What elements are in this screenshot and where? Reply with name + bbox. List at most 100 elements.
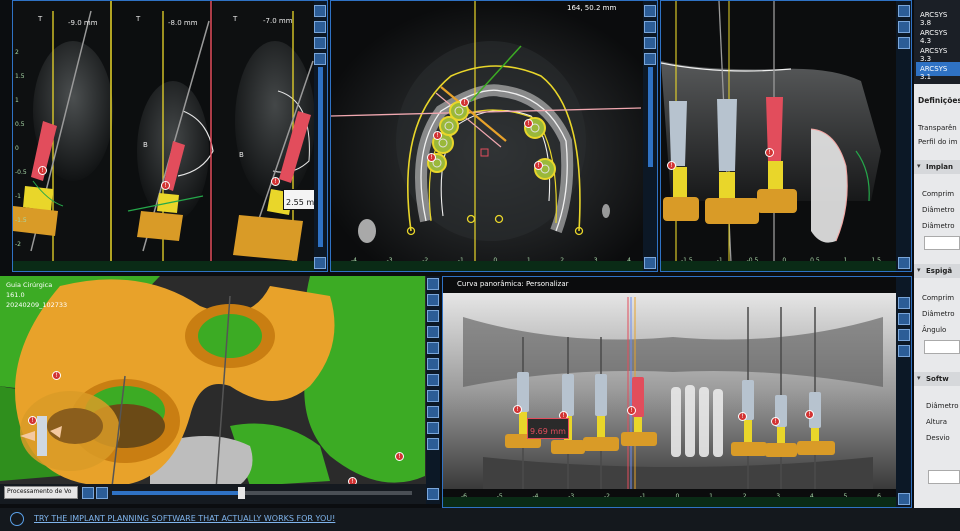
implant-marker[interactable]: ! xyxy=(427,153,436,162)
tool-ruler-icon[interactable] xyxy=(427,438,439,450)
axial-readout: 164, 50.2 mm xyxy=(567,4,617,12)
cross-section-panel[interactable]: -9.0 mm -8.0 mm -7.0 mm T T T B B ! ! ! … xyxy=(12,0,328,272)
scroll-up-icon[interactable] xyxy=(314,53,326,65)
implant-marker[interactable]: ! xyxy=(738,412,747,421)
implant-value-input[interactable] xyxy=(924,236,960,250)
tool-layout-icon[interactable] xyxy=(644,21,656,33)
tool-zoom-icon[interactable] xyxy=(427,294,439,306)
implant-marker[interactable]: ! xyxy=(771,417,780,426)
tool-layout-icon[interactable] xyxy=(898,313,910,325)
implant-marker[interactable]: ! xyxy=(271,177,280,186)
implant-marker[interactable]: ! xyxy=(524,119,533,128)
info-line-project: Guia Cirúrgica xyxy=(6,281,53,289)
chevron-down-icon: ▾ xyxy=(917,374,921,382)
axial-scrollbar[interactable] xyxy=(648,67,653,167)
tool-close-icon[interactable] xyxy=(427,278,439,290)
footer-banner-text[interactable]: TRY THE IMPLANT PLANNING SOFTWARE THAT A… xyxy=(34,514,335,523)
tool-face-icon[interactable] xyxy=(427,342,439,354)
camera-icon[interactable] xyxy=(82,487,94,499)
panoramic-h-ruler xyxy=(443,497,898,507)
tool-zoom-icon[interactable] xyxy=(644,5,656,17)
panoramic-toolstrip xyxy=(896,277,911,507)
tool-zoom-icon[interactable] xyxy=(898,5,910,17)
info-line-number: 161.0 xyxy=(6,291,25,299)
implant-marker[interactable]: ! xyxy=(161,181,170,190)
tool-camera-icon[interactable] xyxy=(314,37,326,49)
implant-marker[interactable]: ! xyxy=(627,406,636,415)
properties-panel: ARCSYS 3.8 ARCSYS 4.3 ARCSYS 3.3 ARCSYS … xyxy=(914,0,960,508)
section-software-header[interactable]: ▾ Softw xyxy=(914,372,960,386)
tool-layout-icon[interactable] xyxy=(314,21,326,33)
implant-marker[interactable]: ! xyxy=(513,405,522,414)
field-implant-diameter2-label: Diâmetro xyxy=(922,222,955,230)
implant-marker[interactable]: ! xyxy=(805,410,814,419)
implant-marker[interactable]: ! xyxy=(433,131,442,140)
scroll-down-icon[interactable] xyxy=(898,493,910,505)
cross-section-scrollbar[interactable] xyxy=(318,67,323,247)
tool-camera-icon[interactable] xyxy=(644,37,656,49)
cross-section-v-scale: 2 1.5 1 0.5 0 -0.5 -1 -1.5 -2 xyxy=(15,49,27,248)
scroll-down-icon[interactable] xyxy=(314,257,326,269)
chevron-down-icon: ▾ xyxy=(917,266,921,274)
field-implant-diameter-label: Diâmetro xyxy=(922,206,955,214)
scroll-up-icon[interactable] xyxy=(644,53,656,65)
sagittal-view-panel[interactable]: ! ! -1.5-1 -0.50 0.51 1.5 xyxy=(660,0,912,272)
tool-zoom-icon[interactable] xyxy=(314,5,326,17)
section-definitions[interactable]: Definições xyxy=(918,96,960,105)
tool-tooth-icon[interactable] xyxy=(427,326,439,338)
sagittal-ct-image xyxy=(661,1,911,271)
implant-list-item-1[interactable]: ARCSYS 3.8 xyxy=(916,8,960,27)
rewind-icon[interactable] xyxy=(96,487,108,499)
offset-label-2: -8.0 mm xyxy=(168,19,198,27)
implant-marker[interactable]: ! xyxy=(667,161,676,170)
field-abutment-diameter-label: Diâmetro xyxy=(922,310,955,318)
panoramic-panel[interactable]: Curva panorâmica: Personalizar ! ! ! ! !… xyxy=(442,276,912,508)
implant-marker[interactable]: ! xyxy=(460,98,469,107)
side-label-t3: T xyxy=(233,15,238,23)
axial-view-panel[interactable]: ! ! ! ! ! 164, 50.2 mm -4-3 -2-1 01 23 4 xyxy=(330,0,658,272)
field-sleeve-height-label: Altura xyxy=(926,418,948,426)
tool-camera-icon[interactable] xyxy=(898,329,910,341)
cross-section-image xyxy=(13,1,317,271)
opacity-slider[interactable] xyxy=(112,491,412,495)
tool-implant-icon[interactable] xyxy=(427,358,439,370)
implant-marker[interactable]: ! xyxy=(52,371,61,380)
tool-layout-icon[interactable] xyxy=(898,21,910,33)
scroll-down-icon[interactable] xyxy=(898,257,910,269)
cross-section-h-ruler xyxy=(13,261,317,271)
offset-label-3: -7.0 mm xyxy=(263,17,293,25)
section-implant-header[interactable]: ▾ Implan xyxy=(914,160,960,174)
implant-list-item-4-selected[interactable]: ARCSYS 3.1 xyxy=(916,62,960,81)
side-label-t2: T xyxy=(136,15,141,23)
opacity-slider-fill xyxy=(112,491,238,495)
opacity-slider-thumb[interactable] xyxy=(238,487,245,499)
tool-skull-icon[interactable] xyxy=(427,310,439,322)
tool-guide-icon[interactable] xyxy=(427,390,439,402)
sagittal-h-ruler xyxy=(661,261,897,271)
field-abutment-angle-label: Ângulo xyxy=(922,326,947,334)
tool-zoom-icon[interactable] xyxy=(898,297,910,309)
tool-layers-icon[interactable] xyxy=(427,406,439,418)
view-3d-panel[interactable]: Guia Cirúrgica 161.0 20240209_102733 ! !… xyxy=(0,276,440,504)
field-sleeve-diameter-label: Diâmetro xyxy=(926,402,959,410)
tool-triangle-icon[interactable] xyxy=(427,374,439,386)
implant-marker[interactable]: ! xyxy=(395,452,404,461)
scroll-down-icon[interactable] xyxy=(644,257,656,269)
tool-expand-icon[interactable] xyxy=(427,488,439,500)
scroll-up-icon[interactable] xyxy=(898,345,910,357)
tool-settings-icon[interactable] xyxy=(427,422,439,434)
processing-dropdown[interactable]: Processamento de Vo xyxy=(4,486,78,499)
scroll-up-icon[interactable] xyxy=(898,37,910,49)
implant-marker[interactable]: ! xyxy=(765,148,774,157)
implant-marker[interactable]: ! xyxy=(38,166,47,175)
field-implant-length-label: Comprim xyxy=(922,190,955,198)
implant-marker[interactable]: ! xyxy=(534,161,543,170)
section-epigingival-header[interactable]: ▾ Espigã xyxy=(914,264,960,278)
software-value-input[interactable] xyxy=(928,470,960,484)
implant-marker[interactable]: ! xyxy=(28,416,37,425)
implant-list-item-2[interactable]: ARCSYS 4.3 xyxy=(916,26,960,45)
footer-banner[interactable]: TRY THE IMPLANT PLANNING SOFTWARE THAT A… xyxy=(0,508,960,531)
implant-list-item-3[interactable]: ARCSYS 3.3 xyxy=(916,44,960,63)
abutment-value-input[interactable] xyxy=(924,340,960,354)
panoramic-measurement[interactable]: 9.69 mm xyxy=(527,418,569,439)
